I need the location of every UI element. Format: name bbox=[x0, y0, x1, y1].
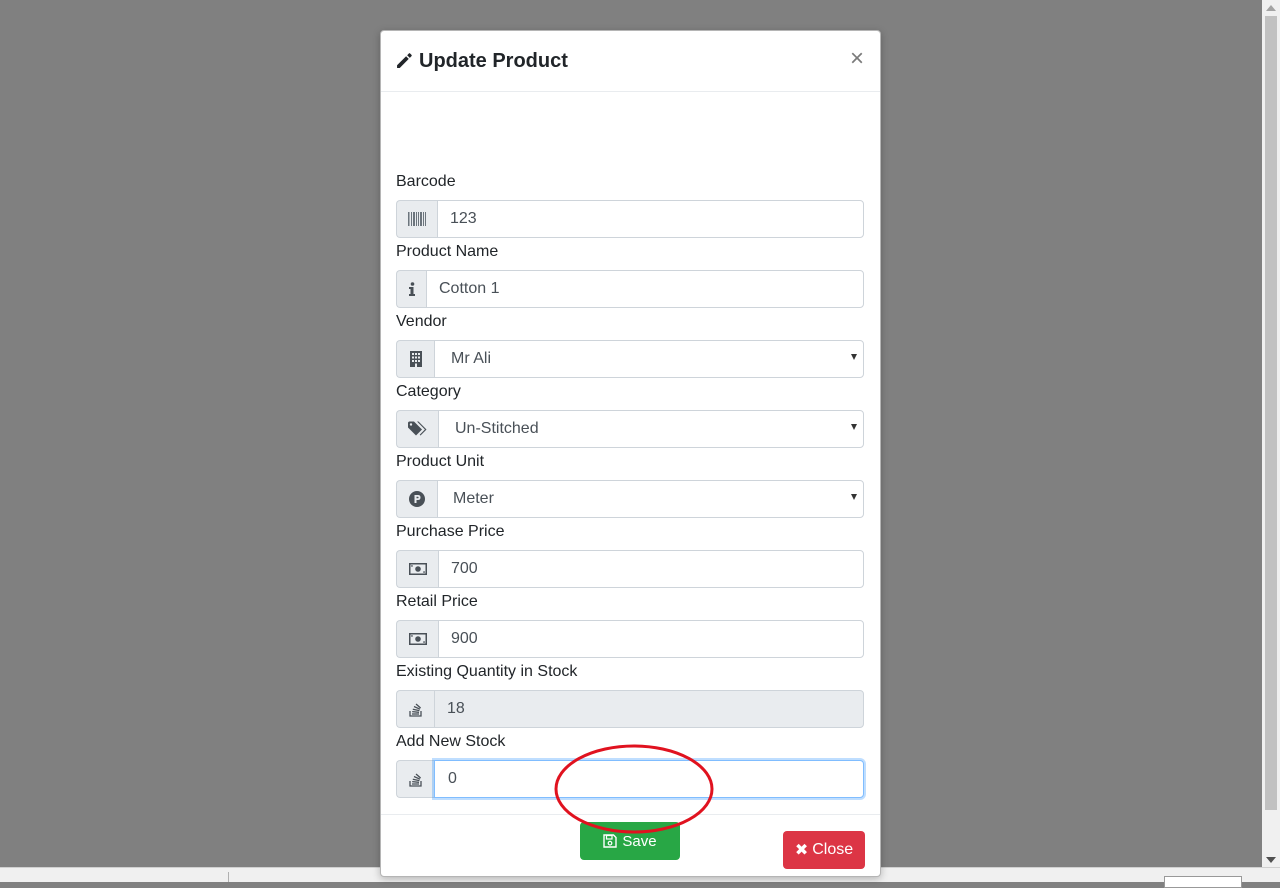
close-icon: ✖ bbox=[794, 842, 809, 859]
add-new-stock-group: Add New Stock 0 bbox=[396, 732, 864, 798]
product-unit-select[interactable]: Meter bbox=[437, 480, 864, 518]
close-button-label: Close bbox=[812, 841, 854, 858]
stack-overflow-icon bbox=[396, 760, 434, 798]
chevron-down-icon bbox=[851, 424, 857, 430]
modal-title: Update Product bbox=[419, 50, 568, 72]
existing-quantity-input: 18 bbox=[434, 690, 864, 728]
product-name-group: Product Name Cotton 1 bbox=[396, 242, 864, 308]
category-group: Category Un-Stitched bbox=[396, 382, 864, 448]
add-new-stock-label: Add New Stock bbox=[396, 733, 506, 750]
category-label: Category bbox=[396, 383, 461, 400]
parking-icon bbox=[396, 480, 437, 518]
bottom-divider bbox=[228, 872, 229, 882]
category-select[interactable]: Un-Stitched bbox=[438, 410, 864, 448]
product-unit-label: Product Unit bbox=[396, 453, 485, 470]
update-product-modal: Update Product × Barcode 123 Product Nam… bbox=[380, 30, 881, 877]
modal-title-wrap: Update Product bbox=[396, 50, 568, 75]
modal-footer: ✖ Close bbox=[381, 814, 880, 876]
vendor-select[interactable]: Mr Ali bbox=[434, 340, 864, 378]
retail-price-label: Retail Price bbox=[396, 593, 478, 610]
scrollbar-thumb[interactable] bbox=[1265, 16, 1277, 810]
stack-overflow-icon bbox=[396, 690, 434, 728]
barcode-icon bbox=[396, 200, 437, 238]
purchase-price-label: Purchase Price bbox=[396, 523, 505, 540]
modal-header: Update Product × bbox=[381, 31, 880, 92]
retail-price-input[interactable]: 900 bbox=[438, 620, 864, 658]
page-scrollbar[interactable] bbox=[1262, 0, 1280, 868]
bottom-strip-button[interactable] bbox=[1164, 876, 1242, 888]
product-name-label: Product Name bbox=[396, 243, 499, 260]
existing-quantity-group: Existing Quantity in Stock 18 bbox=[396, 662, 864, 728]
chevron-down-icon bbox=[851, 494, 857, 500]
info-icon bbox=[396, 270, 426, 308]
product-unit-group: Product Unit Meter bbox=[396, 452, 864, 518]
barcode-label: Barcode bbox=[396, 173, 456, 190]
vendor-label: Vendor bbox=[396, 313, 447, 330]
retail-price-group: Retail Price 900 bbox=[396, 592, 864, 658]
close-button[interactable]: ✖ Close bbox=[783, 831, 865, 869]
money-bill-icon bbox=[396, 620, 438, 658]
product-name-input[interactable]: Cotton 1 bbox=[426, 270, 864, 308]
modal-close-icon[interactable]: × bbox=[850, 47, 864, 71]
vendor-group: Vendor Mr Ali bbox=[396, 312, 864, 378]
scroll-up-arrow-icon[interactable] bbox=[1266, 5, 1276, 11]
building-icon bbox=[396, 340, 434, 378]
money-bill-icon bbox=[396, 550, 438, 588]
purchase-price-group: Purchase Price 700 bbox=[396, 522, 864, 588]
barcode-group: Barcode 123 bbox=[396, 172, 864, 238]
purchase-price-input[interactable]: 700 bbox=[438, 550, 864, 588]
barcode-input[interactable]: 123 bbox=[437, 200, 864, 238]
tags-icon bbox=[396, 410, 438, 448]
add-new-stock-input[interactable]: 0 bbox=[434, 760, 864, 798]
existing-quantity-label: Existing Quantity in Stock bbox=[396, 663, 578, 680]
scroll-down-arrow-icon[interactable] bbox=[1266, 857, 1276, 863]
pencil-icon bbox=[396, 52, 413, 75]
chevron-down-icon bbox=[851, 354, 857, 360]
